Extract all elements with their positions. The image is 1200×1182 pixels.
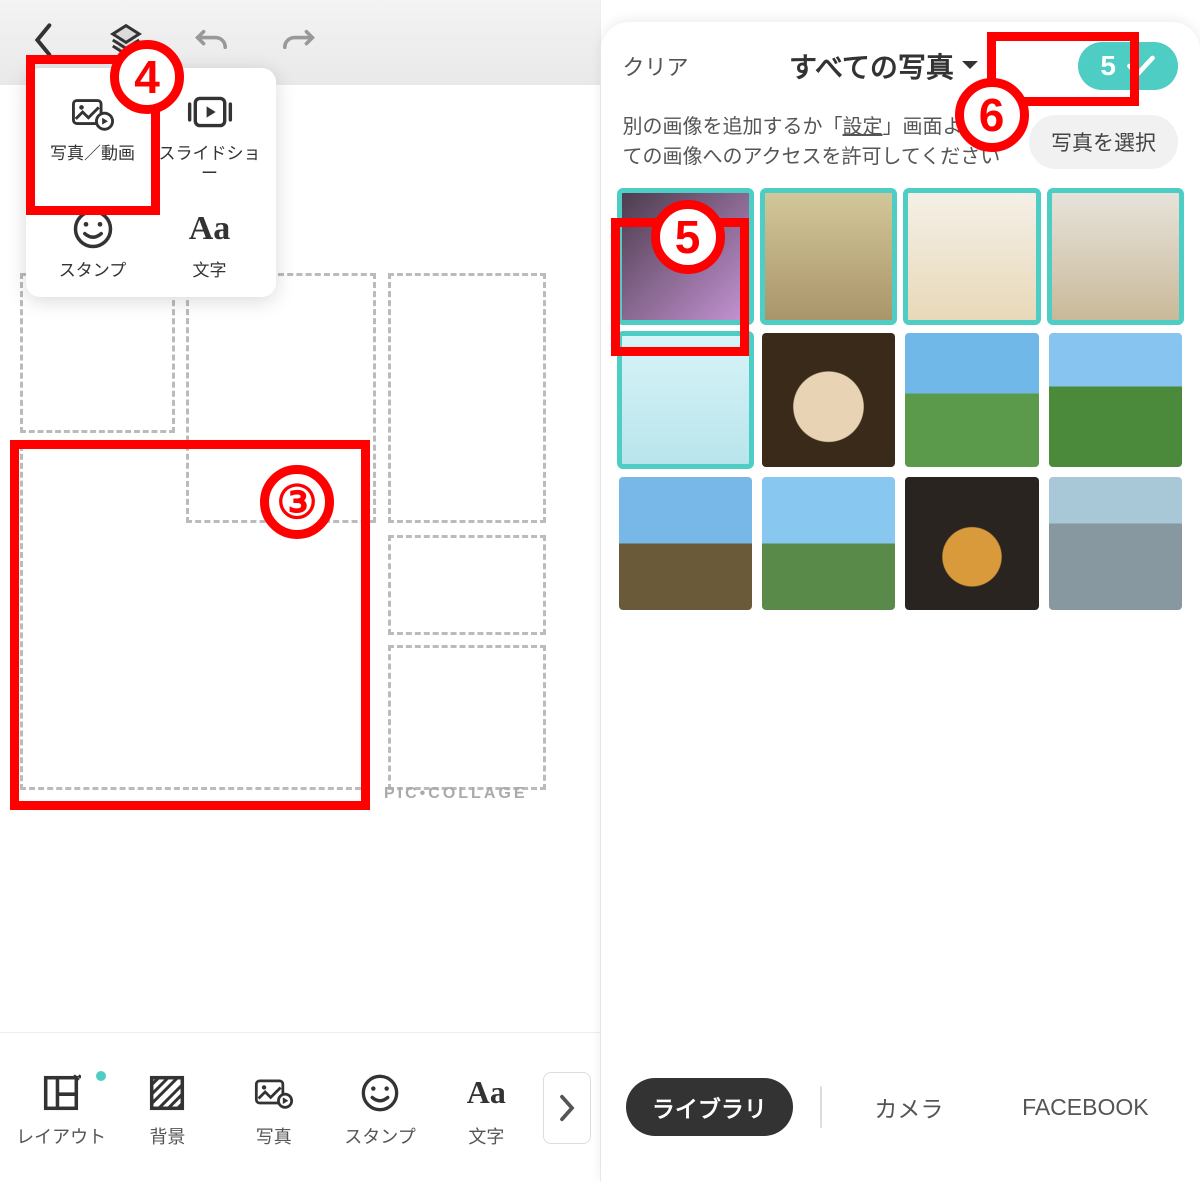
undo-icon[interactable] [194,25,230,60]
photo-thumb[interactable] [619,190,752,323]
bottom-label: レイアウト [8,1123,114,1149]
redo-icon[interactable] [280,25,316,60]
watermark: PIC•COLLAGE [384,785,528,803]
collage-slot[interactable] [20,445,370,790]
bottom-background[interactable]: 背景 [114,1067,220,1149]
popup-label: スタンプ [36,261,149,281]
bottom-next-button[interactable] [543,1072,591,1144]
photo-thumb[interactable] [1049,477,1182,610]
collage-slot[interactable] [388,645,546,790]
bottom-label: 文字 [433,1123,539,1149]
divider [820,1086,822,1128]
hint-text: 別の画像を追加するか「設定」画面より全ての画像へのアクセスを許可してください [623,112,1016,172]
photo-icon [221,1067,327,1119]
confirm-selection-button[interactable]: 5 [1078,42,1178,90]
popup-label: 写真／動画 [36,144,149,164]
picker-header: クリア すべての写真 5 [601,22,1200,98]
photo-video-icon [36,88,149,136]
bottom-label: 写真 [221,1123,327,1149]
photo-thumb[interactable] [762,190,895,323]
popup-label: 文字 [153,261,266,281]
text-icon: Aa [433,1067,539,1119]
badge-dot-icon [96,1071,106,1081]
editor-screen: PIC•COLLAGE 写真／動画 スライドショー スタンプ [0,0,601,1182]
album-title: すべての写真 [789,46,954,86]
photo-thumb[interactable] [905,190,1038,323]
bottom-label: 背景 [114,1123,220,1149]
editor-bottom-bar: レイアウト 背景 写真 スタンプ Aa 文字 [0,1032,600,1182]
photo-thumb[interactable] [1049,190,1182,323]
tab-facebook[interactable]: FACEBOOK [996,1082,1175,1133]
bottom-label: スタンプ [327,1123,433,1149]
photo-thumb[interactable] [619,477,752,610]
chevron-down-icon [962,61,978,77]
bottom-text[interactable]: Aa 文字 [433,1067,539,1149]
collage-slot[interactable] [388,535,546,635]
bottom-stamp[interactable]: スタンプ [327,1067,433,1149]
picker-bottom-tabs: ライブラリ カメラ FACEBOOK [601,1032,1200,1182]
photo-thumb[interactable] [905,477,1038,610]
add-content-popup: 写真／動画 スライドショー スタンプ Aa 文字 [26,68,276,297]
smile-icon [327,1067,433,1119]
bottom-layout[interactable]: レイアウト [8,1067,114,1149]
photo-thumb[interactable] [619,333,752,466]
photo-thumb[interactable] [762,333,895,466]
background-icon [114,1067,220,1119]
text-icon: Aa [153,205,266,253]
popup-text[interactable]: Aa 文字 [151,197,268,293]
check-icon [1126,54,1156,78]
photo-thumb[interactable] [905,333,1038,466]
settings-link[interactable]: 設定 [843,116,883,138]
clear-button[interactable]: クリア [623,50,689,82]
smile-icon [36,205,149,253]
collage-slot[interactable] [388,273,546,523]
popup-slideshow[interactable]: スライドショー [151,80,268,197]
permission-hint: 別の画像を追加するか「設定」画面より全ての画像へのアクセスを許可してください 写… [601,98,1200,178]
back-icon[interactable] [30,20,58,65]
selection-count: 5 [1100,50,1116,82]
layers-icon[interactable] [108,22,144,63]
popup-photo-video[interactable]: 写真／動画 [34,80,151,197]
photo-grid [601,178,1200,622]
popup-label: スライドショー [153,144,266,185]
photo-thumb[interactable] [1049,333,1182,466]
slideshow-icon [153,88,266,136]
photo-picker-screen: クリア すべての写真 5 別の画像を追加するか「設定」画面より全ての画像へのアク… [601,0,1200,1182]
album-dropdown[interactable]: すべての写真 [789,46,978,86]
tab-camera[interactable]: カメラ [848,1078,969,1136]
tab-library[interactable]: ライブラリ [626,1078,793,1136]
photo-thumb[interactable] [762,477,895,610]
popup-stamp[interactable]: スタンプ [34,197,151,293]
select-photos-button[interactable]: 写真を選択 [1029,115,1178,169]
bottom-photo[interactable]: 写真 [221,1067,327,1149]
